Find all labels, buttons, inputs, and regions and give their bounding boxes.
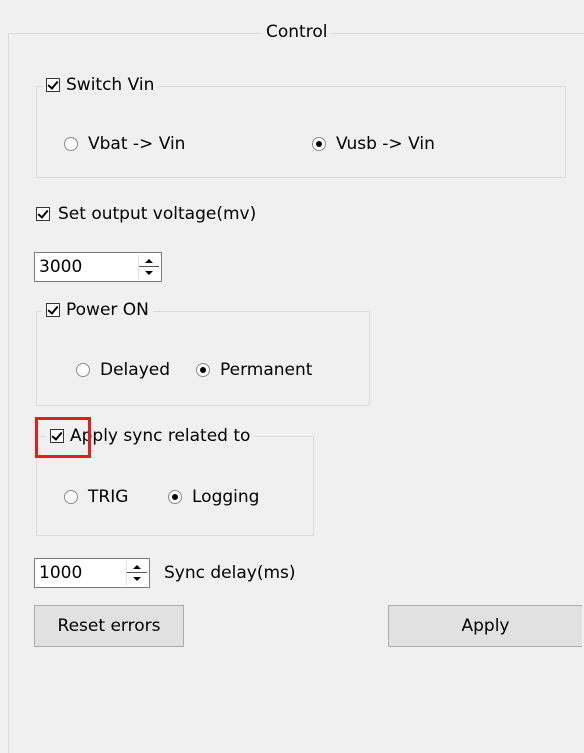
sync-delay-label: Sync delay(ms) — [164, 563, 296, 583]
switch-vin-checkbox[interactable] — [46, 78, 60, 92]
set-output-voltage-checkbox[interactable] — [36, 207, 50, 221]
delayed-radio[interactable] — [76, 363, 90, 377]
switch-vin-label: Switch Vin — [66, 75, 155, 95]
sync-delay-down-button[interactable] — [127, 573, 147, 585]
option-delayed[interactable]: Delayed — [76, 360, 170, 380]
sync-delay-up-button[interactable] — [127, 561, 147, 573]
option-permanent[interactable]: Permanent — [196, 360, 312, 380]
option-logging[interactable]: Logging — [168, 487, 259, 507]
vusb-vin-radio[interactable] — [312, 137, 326, 151]
arrow-down-icon — [133, 577, 141, 581]
power-on-groupbox — [36, 311, 370, 406]
output-voltage-value[interactable]: 3000 — [39, 257, 82, 277]
logging-radio[interactable] — [168, 490, 182, 504]
sync-delay-spinbox[interactable]: 1000 — [34, 558, 150, 588]
output-voltage-down-button[interactable] — [139, 267, 159, 279]
permanent-label: Permanent — [220, 360, 313, 380]
highlight-box — [35, 417, 91, 458]
vbat-vin-radio[interactable] — [64, 137, 78, 151]
control-title: Control — [262, 22, 332, 42]
power-on-checkbox[interactable] — [46, 303, 60, 317]
output-voltage-spinbox[interactable]: 3000 — [34, 252, 162, 282]
option-trig[interactable]: TRIG — [64, 487, 128, 507]
delayed-label: Delayed — [100, 360, 171, 380]
arrow-up-icon — [133, 565, 141, 569]
output-voltage-up-button[interactable] — [139, 255, 159, 267]
arrow-up-icon — [145, 259, 153, 263]
arrow-down-icon — [145, 271, 153, 275]
apply-sync-label: Apply sync related to — [70, 426, 251, 446]
trig-radio[interactable] — [64, 490, 78, 504]
trig-label: TRIG — [88, 487, 129, 507]
logging-label: Logging — [192, 487, 260, 507]
reset-errors-button[interactable]: Reset errors — [34, 605, 184, 647]
vusb-vin-label: Vusb -> Vin — [336, 134, 435, 154]
power-on-label: Power ON — [66, 300, 149, 320]
set-output-voltage-label: Set output voltage(mv) — [58, 204, 257, 224]
option-vbat-vin[interactable]: Vbat -> Vin — [64, 134, 185, 154]
power-on-toggle[interactable]: Power ON — [42, 300, 153, 320]
switch-vin-toggle[interactable]: Switch Vin — [42, 75, 159, 95]
apply-button[interactable]: Apply — [388, 605, 582, 647]
vbat-vin-label: Vbat -> Vin — [88, 134, 186, 154]
set-output-voltage-toggle[interactable]: Set output voltage(mv) — [36, 204, 256, 224]
sync-delay-value[interactable]: 1000 — [39, 563, 82, 583]
switch-vin-groupbox — [36, 86, 566, 178]
permanent-radio[interactable] — [196, 363, 210, 377]
option-vusb-vin[interactable]: Vusb -> Vin — [312, 134, 435, 154]
